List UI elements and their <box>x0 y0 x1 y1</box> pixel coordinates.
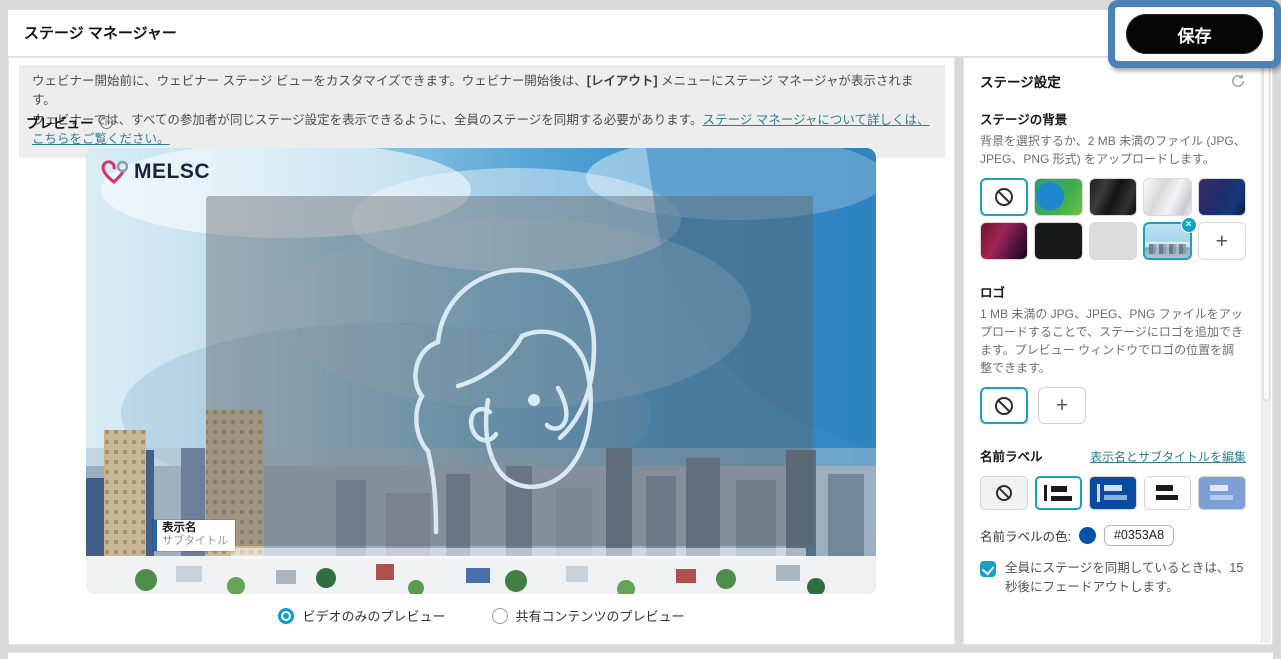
melsc-heart-icon <box>100 158 130 186</box>
background-option-dark-waves[interactable] <box>1089 178 1137 216</box>
layout-menu-token: [レイアウト] <box>587 74 658 88</box>
background-option-none[interactable] <box>980 178 1028 216</box>
avatar-placeholder-icon <box>398 236 598 536</box>
title-bar: ステージ マネージャー <box>8 10 1273 57</box>
name-label-color-input[interactable]: #0353A8 <box>1104 525 1174 546</box>
background-option-navy-purple-gradient[interactable] <box>1198 178 1246 216</box>
logo-upload-button[interactable]: + <box>1038 387 1086 424</box>
next-section-edge <box>8 652 1273 659</box>
name-label-style-dark-blue[interactable] <box>1089 476 1137 510</box>
info-banner: ウェビナー開始前に、ウェビナー ステージ ビューをカスタマイズできます。ウェビナ… <box>19 65 945 158</box>
logo-description: 1 MB 未満の JPG、JPEG、PNG ファイルをアップロードすることで、ス… <box>980 305 1246 377</box>
name-label-color-swatch[interactable] <box>1079 527 1096 544</box>
preview-display-name: 表示名 <box>162 521 228 535</box>
background-options: × + <box>980 178 1246 260</box>
background-description: 背景を選択するか、2 MB 未満のファイル (JPG、JPEG、PNG 形式) … <box>980 132 1246 168</box>
page-title: ステージ マネージャー <box>24 10 177 57</box>
background-option-magenta-gradient[interactable] <box>980 222 1028 260</box>
stage-manager-window: ステージ マネージャー 保存 ウェビナー開始前に、ウェビナー ステージ ビューを… <box>0 0 1281 659</box>
background-option-silver-waves[interactable] <box>1143 178 1191 216</box>
radio-unselected-icon <box>492 608 508 624</box>
stage-preview-image: MELSC 表示名 サブタイトル <box>86 148 876 594</box>
main-content-panel: ウェビナー開始前に、ウェビナー ステージ ビューをカスタマイズできます。ウェビナ… <box>8 57 955 645</box>
preview-section-header: プレビュー i <box>26 112 113 132</box>
name-label-style-light-left[interactable] <box>1035 476 1083 510</box>
background-option-blue-green-gradient[interactable] <box>1034 178 1082 216</box>
no-logo-icon <box>995 397 1013 415</box>
name-label-style-none[interactable] <box>980 476 1028 510</box>
label-style-preview <box>1044 485 1074 501</box>
info-banner-line1: ウェビナー開始前に、ウェビナー ステージ ビューをカスタマイズできます。ウェビナ… <box>32 72 932 111</box>
name-label-color-label: 名前ラベルの色: <box>980 526 1071 545</box>
background-option-black[interactable] <box>1034 222 1082 260</box>
background-option-city-skyline[interactable]: × <box>1143 222 1191 260</box>
sync-fadeout-checkbox[interactable] <box>980 561 996 577</box>
settings-panel-title: ステージ設定 <box>980 71 1061 91</box>
stage-settings-panel: ステージ設定 ステージの背景 背景を選択するか、2 MB 未満のファイル (JP… <box>963 57 1273 645</box>
background-option-light-gray[interactable] <box>1089 222 1137 260</box>
remove-background-button[interactable]: × <box>1181 217 1197 233</box>
no-name-label-icon <box>996 485 1012 501</box>
brand-logo: MELSC <box>100 158 210 186</box>
preview-name-label: 表示名 サブタイトル <box>153 520 235 551</box>
plus-icon: + <box>1056 395 1068 416</box>
edit-display-name-link[interactable]: 表示名とサブタイトルを編集 <box>1090 448 1246 465</box>
logo-option-none[interactable] <box>980 387 1028 424</box>
info-icon[interactable]: i <box>100 116 113 129</box>
sync-fadeout-label: 全員にステージを同期しているときは、15 秒後にフェードアウトします。 <box>1005 559 1246 597</box>
preview-bottom-strip <box>231 548 806 559</box>
settings-panel-scrollbar[interactable] <box>1261 59 1271 643</box>
label-style-preview <box>1206 484 1238 502</box>
refresh-icon[interactable] <box>1230 73 1246 89</box>
sync-fadeout-row: 全員にステージを同期しているときは、15 秒後にフェードアウトします。 <box>980 559 1246 597</box>
preview-subtitle: サブタイトル <box>162 535 228 548</box>
radio-selected-icon <box>278 608 294 624</box>
radio-shared-content-label: 共有コンテンツのプレビュー <box>516 606 685 625</box>
name-label-color-row: 名前ラベルの色: #0353A8 <box>980 525 1246 546</box>
info-banner-line2: ウェビナーでは、すべての参加者が同じステージ設定を表示できるように、全員のステー… <box>32 111 932 150</box>
scrollbar-thumb[interactable] <box>1263 62 1270 401</box>
radio-shared-content-preview[interactable]: 共有コンテンツのプレビュー <box>492 606 685 625</box>
name-label-style-blue-translucent[interactable] <box>1198 476 1246 510</box>
logo-options: + <box>980 387 1246 424</box>
background-upload-button[interactable]: + <box>1198 222 1246 260</box>
radio-video-only-preview[interactable]: ビデオのみのプレビュー <box>278 606 445 625</box>
logo-heading: ロゴ <box>980 282 1246 301</box>
preview-label: プレビュー <box>26 112 94 132</box>
background-heading: ステージの背景 <box>980 109 1246 128</box>
name-label-style-light-centered[interactable] <box>1144 476 1192 510</box>
no-background-icon <box>995 188 1013 206</box>
radio-video-only-label: ビデオのみのプレビュー <box>302 606 445 625</box>
save-button-highlight-annotation: 保存 <box>1108 0 1281 68</box>
name-label-styles <box>980 476 1246 510</box>
preview-mode-radios: ビデオのみのプレビュー 共有コンテンツのプレビュー <box>9 606 954 625</box>
plus-icon: + <box>1216 231 1228 252</box>
name-label-heading: 名前ラベル <box>980 446 1043 465</box>
save-button[interactable]: 保存 <box>1126 14 1263 54</box>
label-style-preview <box>1152 484 1184 502</box>
label-style-preview <box>1097 484 1129 502</box>
brand-logo-text: MELSC <box>134 160 210 184</box>
